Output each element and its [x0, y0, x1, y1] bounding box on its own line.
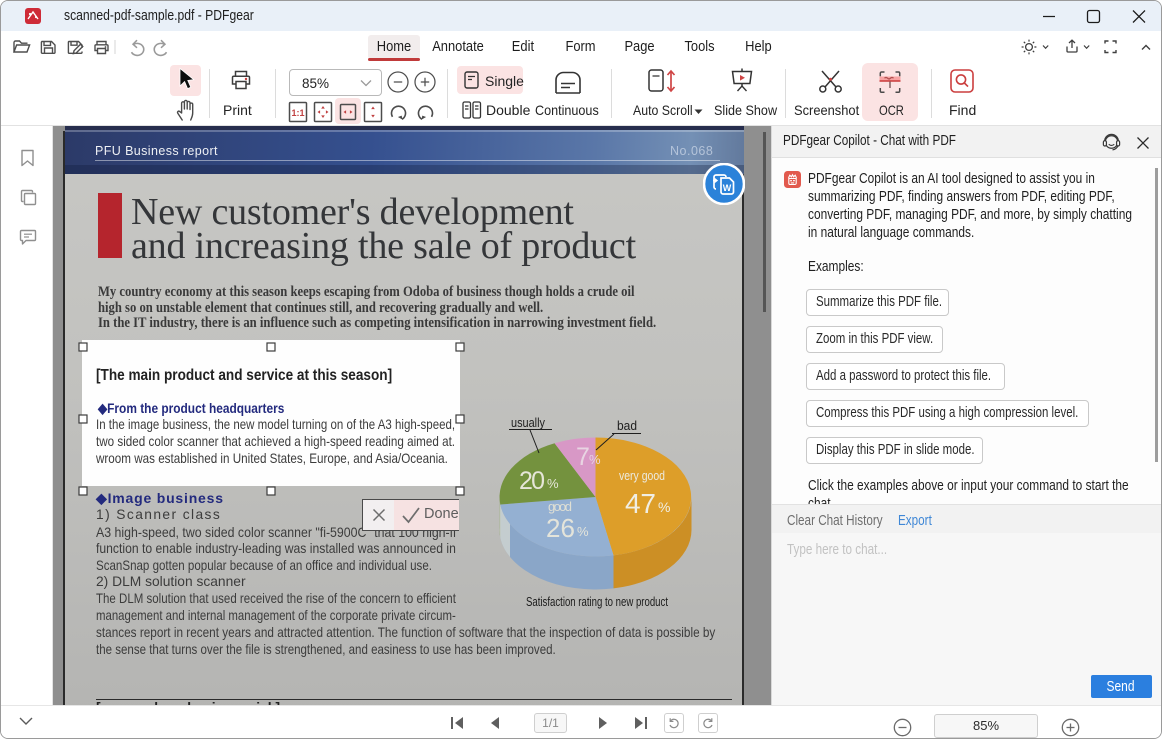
svg-text:1:1: 1:1: [291, 108, 304, 118]
svg-text:W: W: [723, 183, 732, 193]
